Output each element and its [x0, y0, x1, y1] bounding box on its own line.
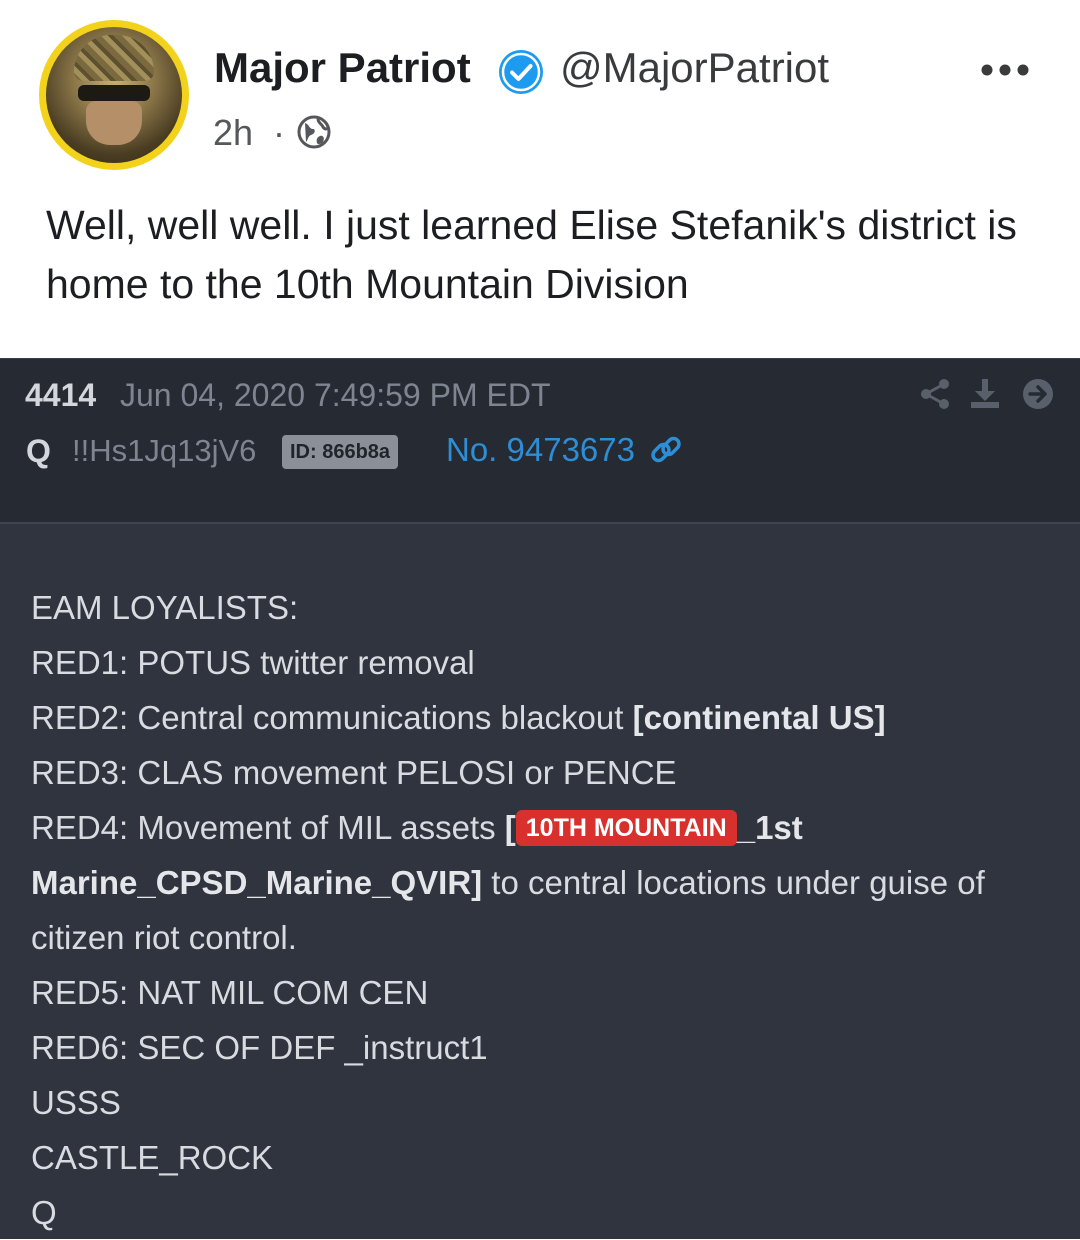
body-text: RED4: Movement of MIL assets: [31, 809, 505, 846]
tripcode: !!Hs1Jq13jV6: [72, 433, 257, 468]
bold-text: [: [504, 809, 516, 846]
body-line: RED6: SEC OF DEF _instruct1: [31, 1029, 488, 1066]
body-line: CASTLE_ROCK: [31, 1139, 274, 1176]
goto-icon[interactable]: [1021, 377, 1055, 411]
post-header: 4414 Jun 04, 2020 7:49:59 PM EDT Q !!Hs1…: [0, 358, 1080, 524]
bold-text: _1st: [736, 809, 803, 846]
post-number: 4414: [25, 377, 97, 413]
post-body: EAM LOYALISTS: RED1: POTUS twitter remov…: [31, 580, 1051, 1240]
tweet-text: Well, well well. I just learned Elise St…: [46, 202, 1017, 307]
embedded-image-post: 4414 Jun 04, 2020 7:49:59 PM EDT Q !!Hs1…: [0, 358, 1080, 1239]
body-line: RED5: NAT MIL COM CEN: [31, 974, 429, 1011]
body-line: citizen riot control.: [31, 919, 297, 956]
body-line: RED1: POTUS twitter removal: [31, 644, 475, 681]
separator-dot: ·: [273, 112, 285, 153]
download-icon[interactable]: [968, 377, 1002, 411]
more-options-icon[interactable]: [975, 52, 1035, 88]
author-name[interactable]: Major Patriot: [214, 44, 471, 92]
share-icon[interactable]: [918, 377, 952, 411]
post-time[interactable]: 2h: [213, 112, 253, 154]
post-date: Jun 04, 2020 7:49:59 PM EDT: [120, 377, 551, 413]
body-line: Q: [31, 1194, 57, 1231]
body-line: Marine_CPSD_Marine_QVIR] to central loca…: [31, 855, 1051, 910]
body-line: EAM LOYALISTS:: [31, 589, 299, 626]
bold-text: [continental US]: [632, 699, 886, 736]
tweet-card: Major Patriot @MajorPatriot 2h · Well, w…: [0, 0, 1080, 358]
body-line: RED3: CLAS movement PELOSI or PENCE: [31, 754, 677, 791]
body-line: RED2: Central communications blackout [c…: [31, 690, 1051, 745]
post-no-link[interactable]: No. 9473673: [446, 431, 635, 469]
body-text: RED2: Central communications blackout: [31, 699, 633, 736]
highlight-tag: 10TH MOUNTAIN: [515, 810, 737, 846]
body-line: RED4: Movement of MIL assets [10TH MOUNT…: [31, 800, 1051, 855]
verified-badge-icon: [499, 50, 543, 94]
avatar-photo: [46, 27, 182, 163]
author-handle[interactable]: @MajorPatriot: [560, 44, 829, 92]
avatar[interactable]: [39, 20, 189, 170]
body-line: USSS: [31, 1084, 121, 1121]
post-author: Q: [26, 433, 51, 469]
link-icon[interactable]: [648, 433, 684, 469]
id-badge: ID: 866b8a: [282, 435, 399, 469]
globe-icon: [297, 115, 331, 149]
bold-text: Marine_CPSD_Marine_QVIR]: [31, 864, 483, 901]
body-text: to central locations under guise of: [482, 864, 985, 901]
